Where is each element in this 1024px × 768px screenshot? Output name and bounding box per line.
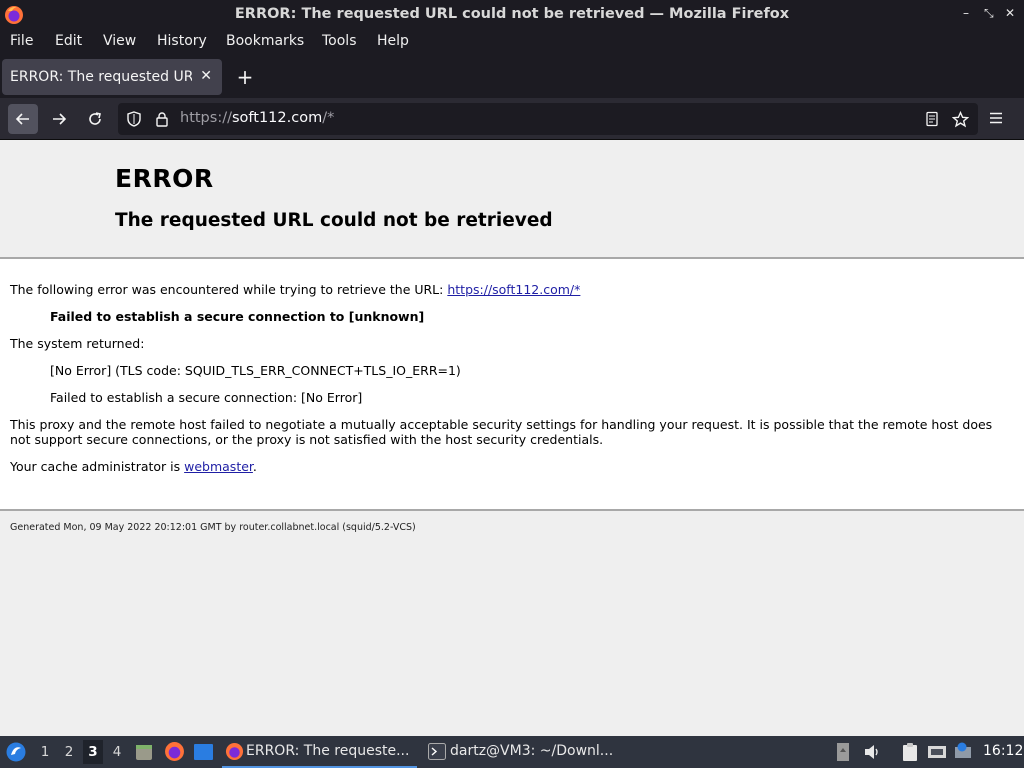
volume-icon[interactable] (863, 742, 881, 762)
file-manager-icon[interactable] (134, 742, 154, 762)
requested-url-link[interactable]: https://soft112.com/* (447, 282, 580, 297)
url-protocol: https:// (180, 110, 232, 126)
menu-edit[interactable]: Edit (53, 33, 84, 49)
generated-footer: Generated Mon, 09 May 2022 20:12:01 GMT … (10, 522, 416, 533)
tab-title: ERROR: The requested URL could not be re… (10, 69, 192, 85)
reload-button[interactable] (80, 104, 110, 134)
error-header: ERROR The requested URL could not be ret… (0, 140, 1024, 259)
forward-button[interactable] (44, 104, 74, 134)
app-menu-icon[interactable] (988, 110, 1004, 126)
desktop-icon[interactable] (193, 743, 214, 761)
tab-error-page[interactable]: ERROR: The requested URL could not be re… (2, 59, 222, 95)
url-text[interactable]: https://soft112.com/* (180, 110, 334, 126)
maximize-button[interactable]: ⤡ (984, 6, 994, 21)
taskbar-app-label: dartz@VM3: ~/Downl... (450, 743, 614, 759)
menu-tools[interactable]: Tools (320, 33, 359, 49)
system-returned-label: The system returned: (10, 336, 145, 351)
page-content: ERROR The requested URL could not be ret… (0, 140, 1024, 736)
url-host: soft112.com (231, 110, 323, 126)
minimize-button[interactable]: – (963, 6, 969, 20)
menu-bar: File Edit View History Bookmarks Tools H… (0, 30, 1024, 58)
error-intro: The following error was encountered whil… (10, 282, 580, 297)
network-icon[interactable] (927, 742, 947, 762)
menu-file[interactable]: File (8, 33, 35, 49)
back-arrow-icon (15, 113, 29, 125)
system-message-2: Failed to establish a secure connection:… (50, 390, 363, 405)
firefox-launcher-icon[interactable] (164, 741, 185, 762)
workspace-1[interactable]: 1 (35, 744, 55, 760)
workspace-4[interactable]: 4 (107, 744, 127, 760)
terminal-icon (428, 743, 446, 760)
close-window-button[interactable]: ✕ (1005, 6, 1015, 20)
notification-icon[interactable] (953, 742, 973, 762)
webmaster-link[interactable]: webmaster (184, 459, 253, 474)
admin-line: Your cache administrator is webmaster. (10, 459, 257, 474)
lock-icon[interactable] (154, 111, 170, 127)
taskbar-app-label: ERROR: The requeste... (246, 743, 410, 759)
tab-close-icon[interactable]: ✕ (200, 68, 212, 84)
error-intro-text: The following error was encountered whil… (10, 282, 448, 297)
taskbar-app-firefox[interactable]: ERROR: The requeste... (222, 736, 417, 768)
taskbar-app-terminal[interactable]: dartz@VM3: ~/Downl... (426, 736, 621, 768)
error-heading: ERROR (115, 164, 214, 193)
reload-icon (89, 112, 101, 125)
clock: 16:12 (983, 743, 1024, 759)
tracking-shield-icon[interactable] (126, 111, 142, 127)
window-titlebar: ERROR: The requested URL could not be re… (0, 0, 1024, 30)
taskbar: 1 2 3 4 ERROR: The requeste... dartz@VM3… (0, 736, 1024, 768)
menu-help[interactable]: Help (375, 33, 411, 49)
error-explanation: This proxy and the remote host failed to… (10, 417, 993, 447)
clipboard-icon[interactable] (900, 742, 920, 762)
back-button[interactable] (8, 104, 38, 134)
firefox-icon (225, 742, 244, 761)
menu-bookmarks[interactable]: Bookmarks (224, 33, 306, 49)
menu-history[interactable]: History (155, 33, 209, 49)
start-menu-icon[interactable] (5, 741, 27, 763)
new-tab-button[interactable]: + (234, 65, 256, 89)
reader-view-icon[interactable] (924, 111, 940, 127)
error-body: The following error was encountered whil… (0, 259, 1024, 511)
window-title: ERROR: The requested URL could not be re… (234, 6, 790, 22)
forward-arrow-icon (53, 113, 67, 125)
admin-prefix: Your cache administrator is (10, 459, 185, 474)
navigation-bar: https://soft112.com/* (0, 98, 1024, 140)
error-subheading: The requested URL could not be retrieved (115, 210, 553, 231)
tab-strip: ERROR: The requested URL could not be re… (0, 58, 1024, 98)
bookmark-star-icon[interactable] (952, 111, 969, 128)
url-bar[interactable]: https://soft112.com/* (118, 103, 978, 135)
url-path: /* (322, 110, 335, 126)
error-summary: Failed to establish a secure connection … (50, 309, 425, 324)
system-message-1: [No Error] (TLS code: SQUID_TLS_ERR_CONN… (50, 363, 461, 378)
disk-tray-icon[interactable] (836, 742, 850, 762)
menu-view[interactable]: View (101, 33, 138, 49)
workspace-2[interactable]: 2 (59, 744, 79, 760)
workspace-3[interactable]: 3 (83, 740, 103, 764)
admin-suffix: . (252, 459, 257, 474)
